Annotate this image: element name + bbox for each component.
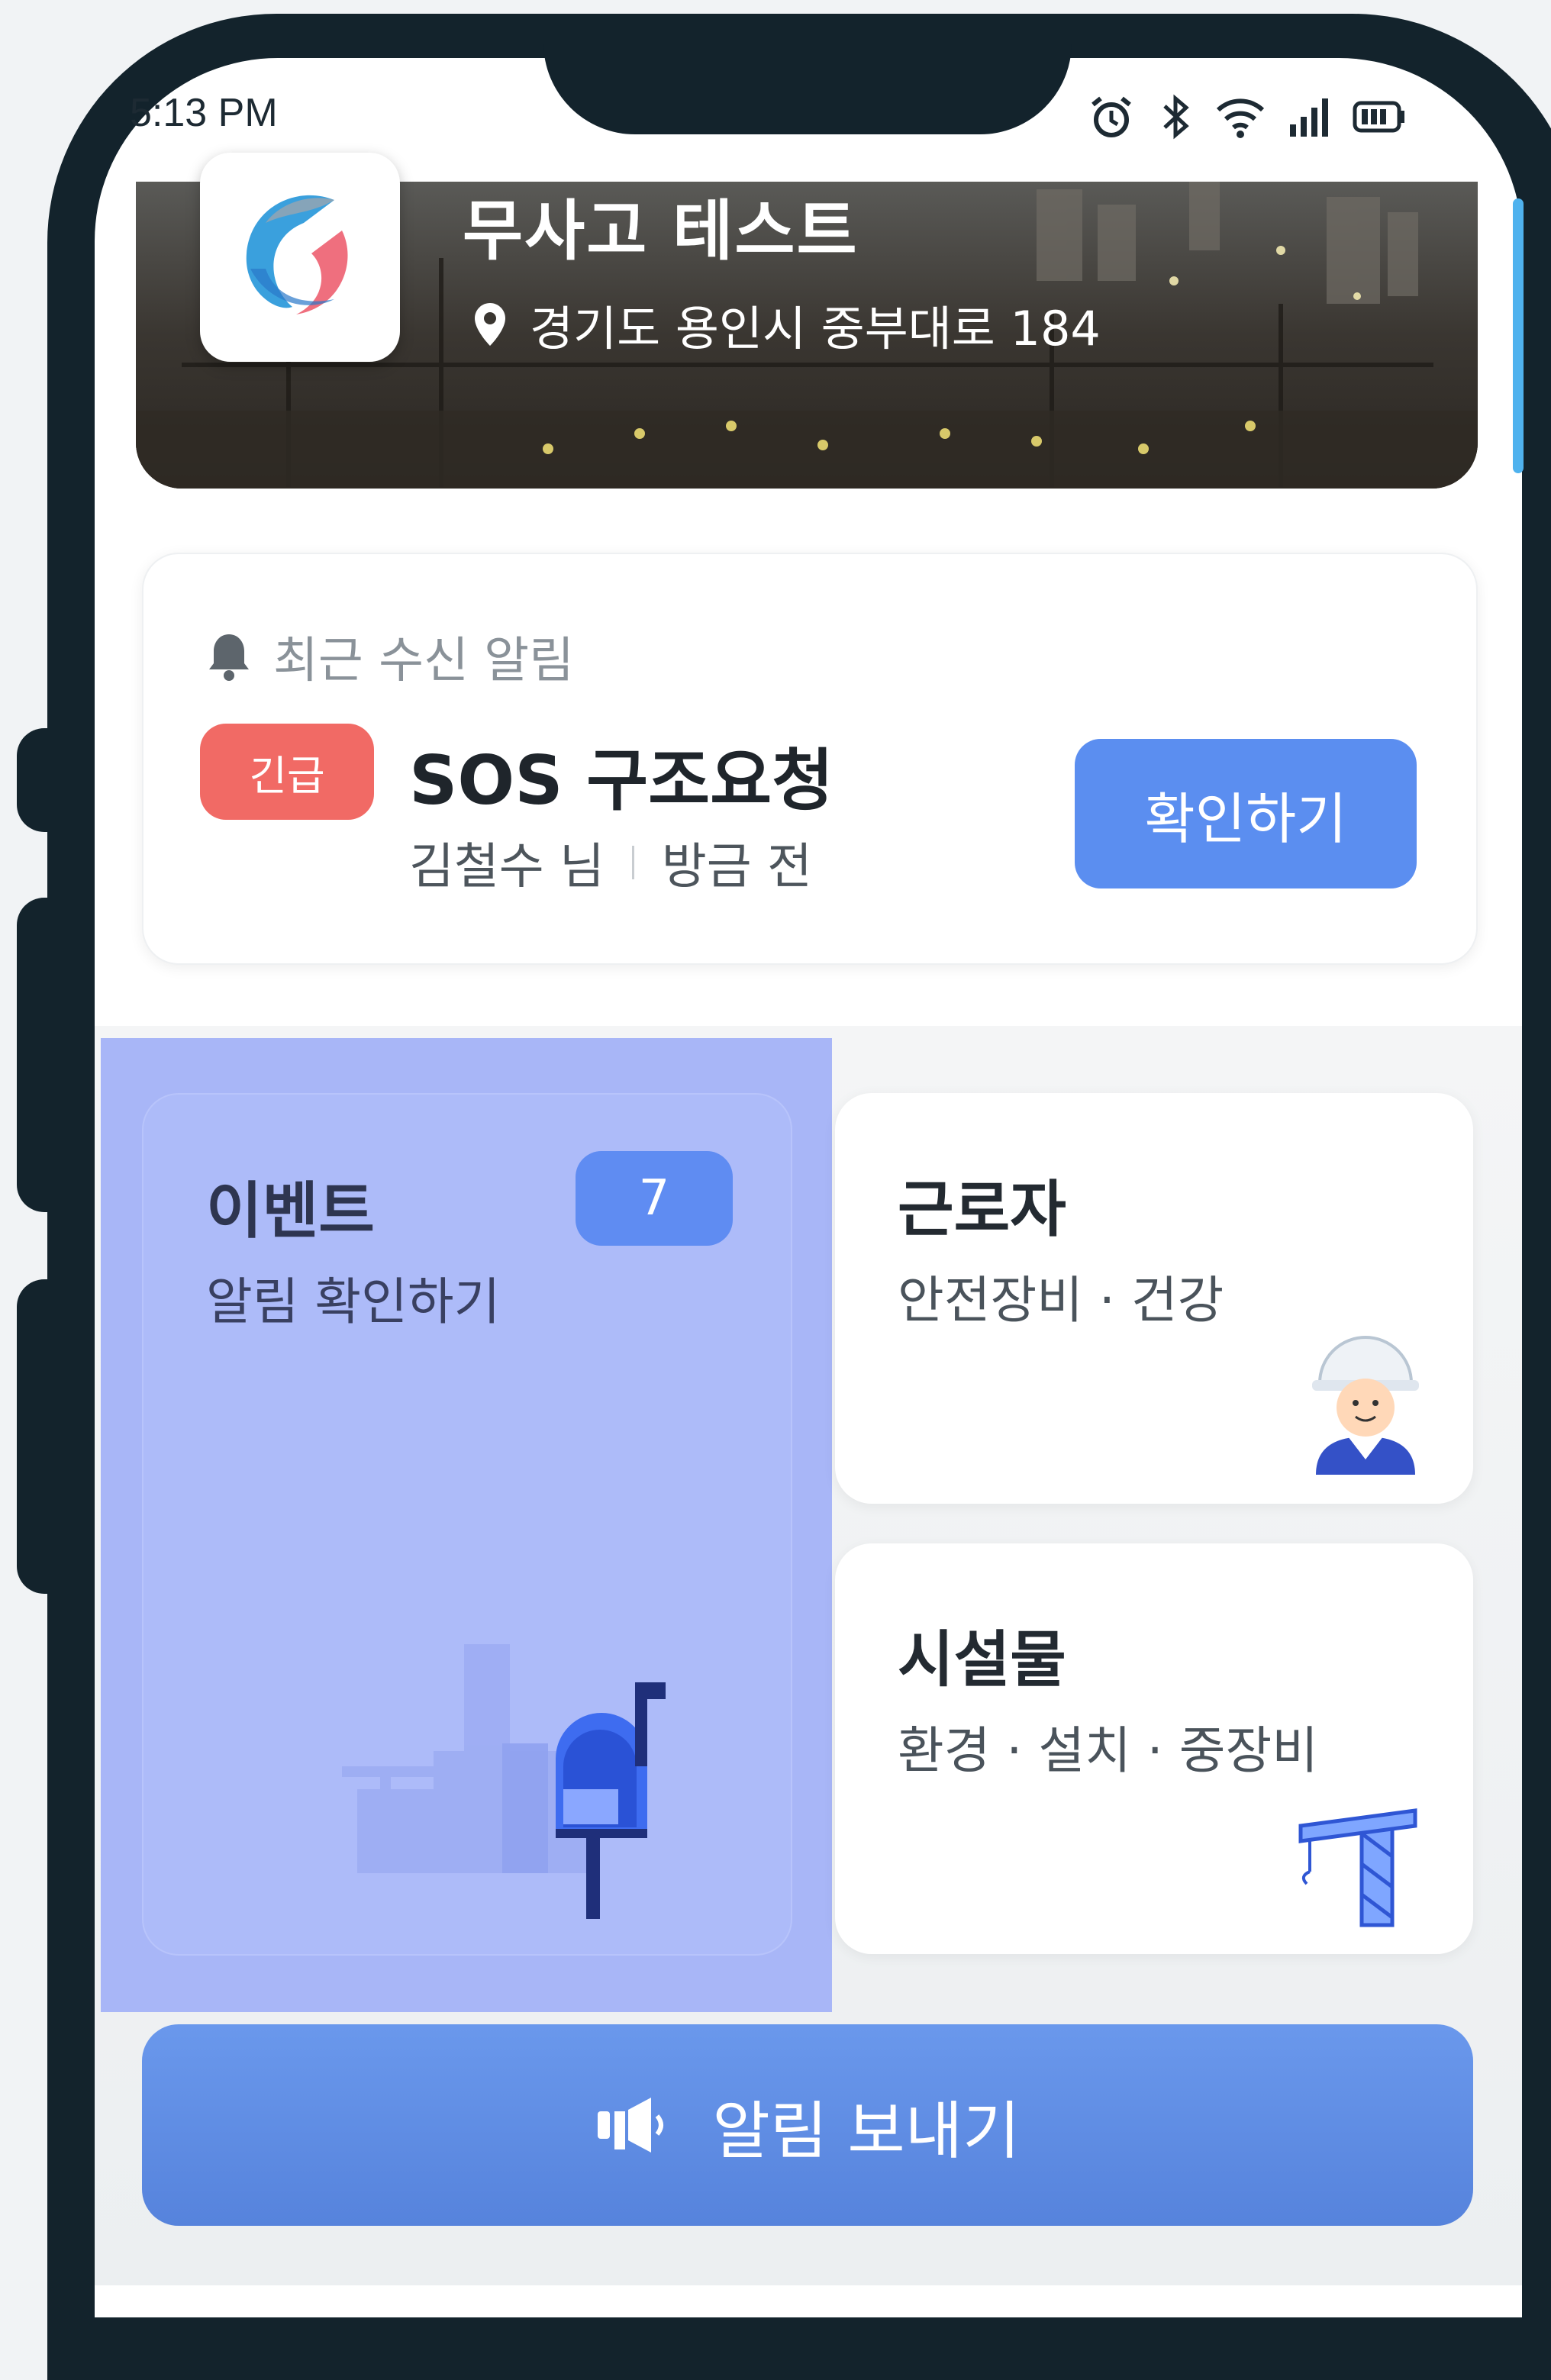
site-address-row: 경기도 용인시 중부대로 184	[473, 290, 1101, 359]
alert-meta: 김철수 님 방금 전	[409, 827, 812, 898]
facility-title: 시설물	[898, 1624, 1066, 1695]
battery-icon	[1353, 101, 1404, 133]
recent-alert-card[interactable]: 최근 수신 알림 긴급 SOS 구조요청 김철수 님 방금 전 확인하기	[142, 553, 1478, 965]
bluetooth-icon	[1163, 94, 1189, 140]
alarm-icon	[1092, 96, 1131, 137]
bell-icon	[209, 634, 249, 681]
site-name: 무사고 테스트	[463, 193, 859, 269]
scroll-edge-indicator	[1513, 198, 1524, 473]
wifi-icon	[1216, 98, 1265, 138]
megaphone-icon	[598, 2098, 664, 2153]
meta-divider	[631, 846, 634, 879]
facility-card[interactable]: 시설물 환경 · 설치 · 중장비	[835, 1543, 1473, 1954]
camera-notch	[543, 14, 1072, 134]
alert-title: SOS 구조요청	[409, 741, 834, 820]
phone-volume-up	[17, 898, 70, 1212]
workers-subtitle: 안전장비 · 건강	[898, 1271, 1224, 1330]
recent-alert-heading: 최근 수신 알림	[273, 633, 574, 689]
confirm-button[interactable]: 확인하기	[1075, 739, 1417, 888]
worker-icon	[1312, 1336, 1419, 1475]
events-title: 이벤트	[206, 1175, 375, 1246]
status-icons	[1087, 90, 1406, 144]
company-logo	[200, 153, 400, 362]
urgent-badge: 긴급	[200, 724, 374, 820]
events-card[interactable]: 이벤트 7 알림 확인하기	[142, 1093, 792, 1956]
site-address: 경기도 용인시 중부대로 184	[530, 301, 1101, 356]
location-pin-icon	[475, 303, 505, 346]
workers-card[interactable]: 근로자 안전장비 · 건강	[835, 1093, 1473, 1504]
alert-time: 방금 전	[661, 839, 812, 895]
phone-volume-down	[17, 1279, 70, 1594]
events-count-badge: 7	[576, 1151, 733, 1246]
workers-title: 근로자	[898, 1174, 1066, 1245]
phone-side-button	[17, 728, 70, 832]
recent-alert-header: 최근 수신 알림	[206, 621, 574, 692]
send-alert-label: 알림 보내기	[712, 2095, 1021, 2168]
alert-sender: 김철수 님	[409, 839, 605, 895]
signal-icon	[1290, 98, 1328, 137]
facility-subtitle: 환경 · 설치 · 중장비	[898, 1721, 1318, 1780]
crane-icon	[1298, 1808, 1417, 1927]
status-time: 5:13 PM	[130, 91, 278, 135]
logo-icon	[246, 195, 348, 314]
send-alert-button[interactable]: 알림 보내기	[142, 2024, 1473, 2226]
events-subtitle: 알림 확인하기	[206, 1272, 501, 1331]
mailbox-illustration	[342, 1644, 666, 1919]
